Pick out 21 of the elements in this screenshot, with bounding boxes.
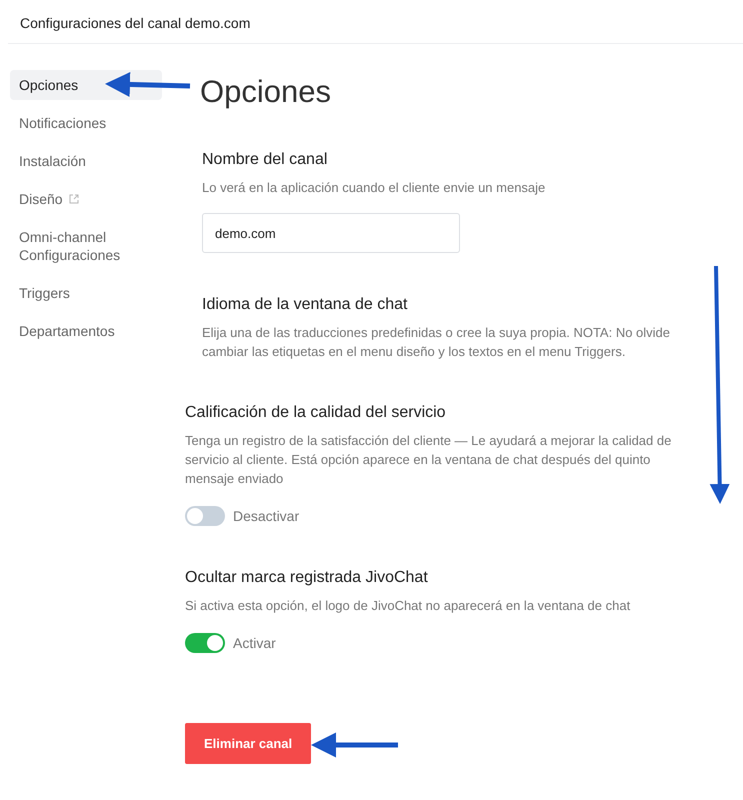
sidebar-item[interactable]: Triggers: [10, 280, 162, 306]
sidebar-item[interactable]: Notificaciones: [10, 110, 162, 136]
section-description: Lo verá en la aplicación cuando el cliente envie un mensaje: [202, 179, 546, 197]
channel-name-field[interactable]: demo.com: [202, 213, 460, 253]
section-title: Calificación de la calidad del servicio: [185, 403, 447, 423]
toggle-label: Activar: [233, 635, 276, 651]
toggle-label: Desactivar: [233, 508, 300, 524]
section-description: Si activa esta opción, el logo de JivoChat no aparecerá en la ventana de chat: [185, 597, 632, 615]
section-title: Nombre del canal: [202, 150, 328, 170]
delete-channel-button[interactable]: Eliminar canal: [185, 723, 312, 764]
sidebar-item[interactable]: Opciones: [10, 70, 162, 100]
sidebar-item[interactable]: Departamentos: [10, 318, 162, 344]
section-description: Tenga un registro de la satisfacción del cliente — Le ayudará a mejorar la calidad de servicio al cliente. Está opción aparece en la ventana de chat después del quinto mensaje enviado: [185, 432, 672, 488]
section-title: Ocultar marca registrada JivoChat: [185, 568, 429, 588]
sidebar-item[interactable]: Instalación: [10, 148, 162, 174]
sidebar-item[interactable]: Diseño: [10, 186, 162, 212]
section-description: Elija una de las traducciones predefinidas o cree la suya propia. NOTA: No olvide cambiar las etiquetas en el menu diseño y los textos en el menu Triggers.: [202, 324, 672, 361]
page-title: Configuraciones del canal demo.com: [19, 14, 252, 31]
sidebar-item[interactable]: Omni-channel Configuraciones: [10, 224, 162, 268]
page-heading: Opciones: [200, 74, 331, 110]
section-title: Idioma de la ventana de chat: [202, 295, 408, 315]
